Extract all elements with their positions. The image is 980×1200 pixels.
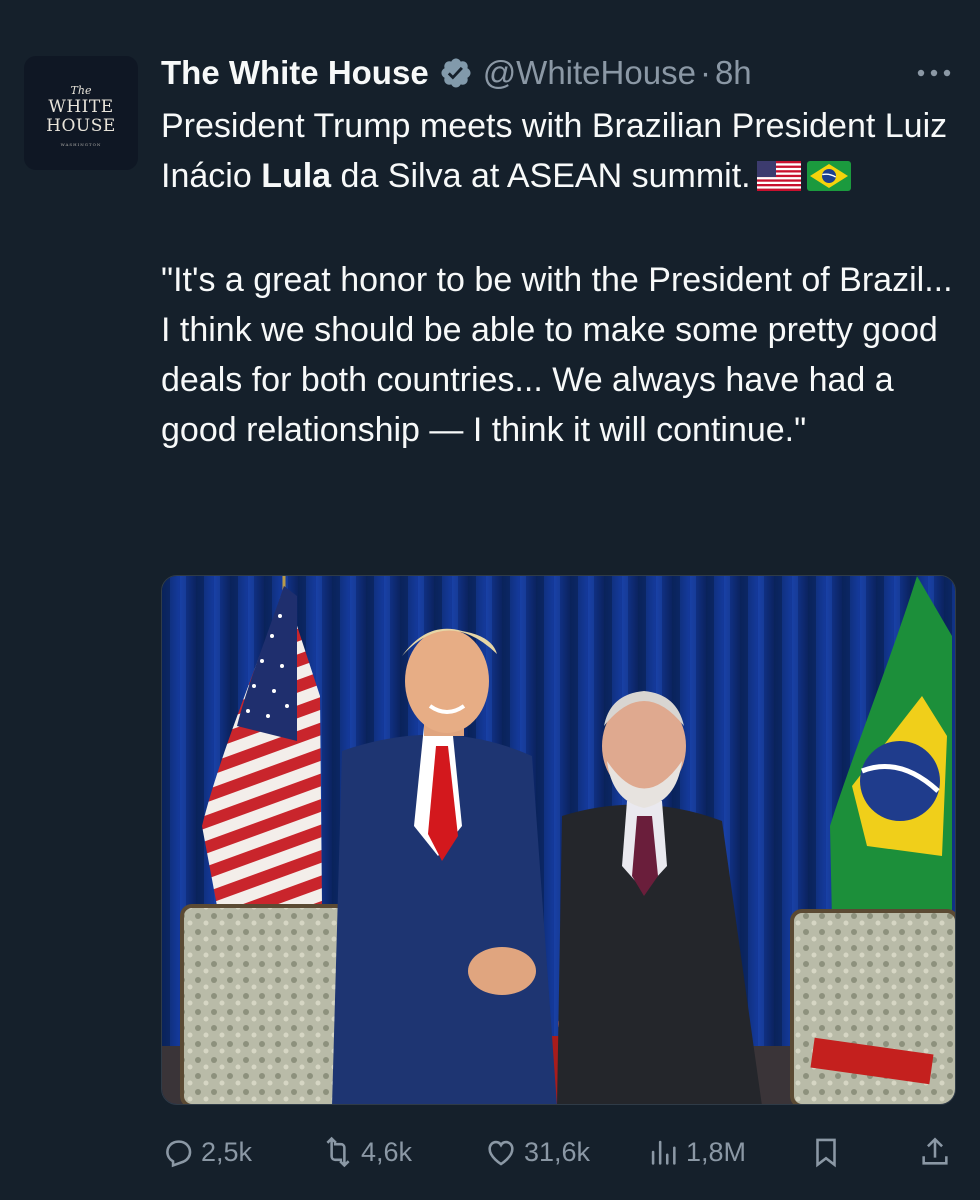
user-handle[interactable]: @WhiteHouse bbox=[483, 54, 696, 92]
photo-illustration bbox=[162, 576, 955, 1104]
bookmark-icon bbox=[809, 1135, 843, 1169]
like-count: 31,6k bbox=[524, 1136, 591, 1167]
verified-badge-icon[interactable] bbox=[439, 56, 473, 90]
avatar-house-text: HOUSE bbox=[46, 115, 116, 136]
tweet-quote: "It's a great honor to be with the Presi… bbox=[161, 261, 953, 449]
repost-button[interactable]: 4,6k bbox=[321, 1130, 412, 1174]
right-armchair bbox=[790, 909, 955, 1104]
views-button[interactable]: 1,8M bbox=[646, 1130, 746, 1174]
separator-dot: · bbox=[699, 54, 711, 91]
avatar-the-text: The bbox=[70, 83, 92, 97]
heart-icon bbox=[484, 1135, 518, 1169]
brazil-flag-icon bbox=[806, 155, 851, 205]
bookmark-button[interactable] bbox=[809, 1130, 843, 1174]
display-name[interactable]: The White House bbox=[161, 54, 429, 92]
timestamp[interactable]: 8h bbox=[715, 54, 752, 92]
more-options-icon[interactable] bbox=[912, 58, 956, 88]
tweet-actions: 2,5k 4,6k 31,6k 1,8M bbox=[161, 1130, 956, 1174]
avatar-white-text: WHITE bbox=[48, 96, 114, 117]
reply-icon bbox=[161, 1135, 195, 1169]
tweet-headline: President Trump meets with Brazilian Pre… bbox=[161, 101, 961, 205]
us-flag-icon bbox=[756, 155, 801, 205]
tweet-text: President Trump meets with Brazilian Pre… bbox=[161, 101, 961, 455]
reply-count: 2,5k bbox=[201, 1136, 253, 1167]
repost-count: 4,6k bbox=[361, 1136, 413, 1167]
view-count: 1,8M bbox=[686, 1136, 747, 1167]
tweet-text-post: da Silva at ASEAN summit. bbox=[331, 157, 751, 195]
reply-button[interactable]: 2,5k bbox=[161, 1130, 252, 1174]
tweet-header: The White House @WhiteHouse · 8h bbox=[161, 48, 752, 98]
avatar-washington-text: WASHINGTON bbox=[60, 141, 102, 147]
tweet-photo[interactable] bbox=[161, 575, 956, 1105]
like-button[interactable]: 31,6k bbox=[484, 1130, 590, 1174]
avatar[interactable]: The WHITE HOUSE WASHINGTON bbox=[24, 56, 138, 170]
left-armchair bbox=[180, 904, 354, 1104]
share-icon bbox=[918, 1135, 952, 1169]
analytics-icon bbox=[646, 1135, 680, 1169]
share-button[interactable] bbox=[918, 1130, 952, 1174]
handshake bbox=[468, 947, 536, 995]
tweet-text-bold: Lula bbox=[261, 157, 332, 195]
repost-icon bbox=[321, 1135, 355, 1169]
